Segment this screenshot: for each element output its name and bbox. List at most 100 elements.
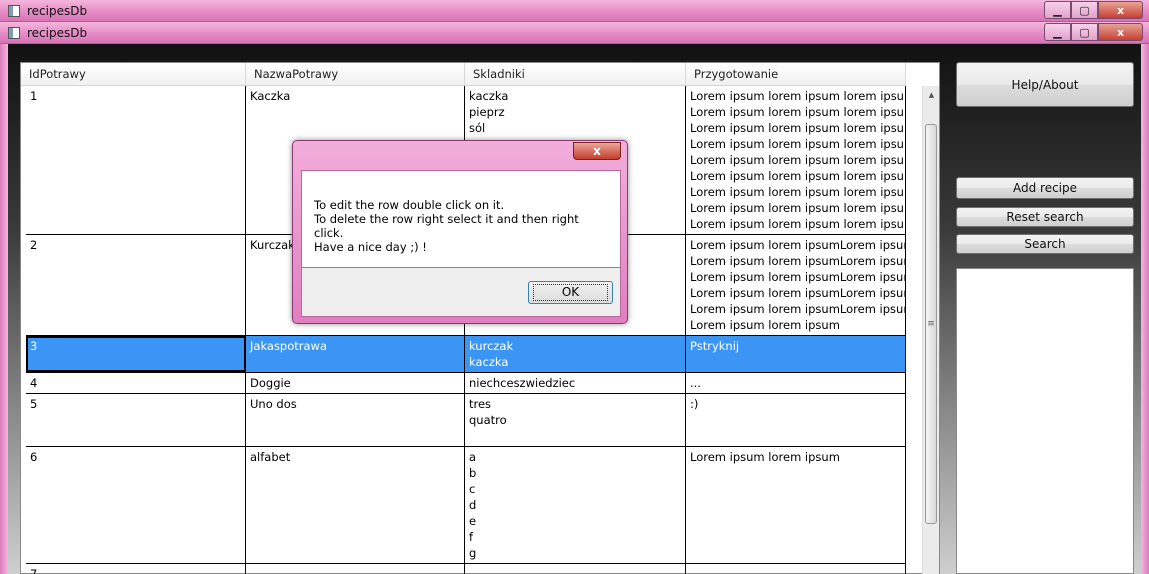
minimize-button[interactable]: ▁ — [1044, 23, 1071, 41]
back-window-title: recipesDb — [27, 3, 88, 18]
cell-text: 4 — [30, 376, 38, 390]
help-about-button[interactable]: Help/About — [956, 62, 1134, 107]
cell-line — [690, 566, 901, 574]
grid-header: IdPotrawy NazwaPotrawy Skladniki Przygot… — [21, 63, 906, 86]
search-button[interactable]: Search — [956, 234, 1134, 254]
col-header-ingredients[interactable]: Skladniki — [465, 63, 686, 86]
table-row[interactable]: 5 Uno dos tres quatro:) — [26, 394, 906, 447]
dialog-footer: OK — [301, 268, 621, 317]
cell-line: c — [469, 482, 476, 496]
col-header-id[interactable]: IdPotrawy — [21, 63, 246, 86]
cell-preparation[interactable]: Lorem ipsum lorem ipsum lorem ipsumL Lore… — [686, 86, 906, 234]
cell-line: Lorem ipsum lorem ipsumLorem ipsum l — [690, 302, 906, 316]
maximize-button[interactable]: ▢ — [1071, 23, 1098, 41]
back-maximize-button[interactable]: ▢ — [1071, 1, 1098, 19]
cell-line: Lorem ipsum lorem ipsum lorem ipsum — [690, 185, 906, 199]
cell-line: Pstryknij — [690, 339, 740, 353]
cell-ingredients[interactable]: kurczak kaczka — [465, 336, 686, 372]
dialog-message-line: Have a nice day ;) ! — [314, 240, 427, 254]
cell-id[interactable]: 4 — [26, 373, 246, 393]
search-results-list[interactable] — [956, 268, 1134, 574]
cell-text: Uno dos — [250, 397, 297, 411]
dialog-ok-button[interactable]: OK — [528, 281, 613, 304]
cell-preparation[interactable]: :) — [686, 394, 906, 446]
cell-line: quatro — [469, 413, 507, 427]
cell-id[interactable]: 6 — [26, 447, 246, 563]
cell-preparation[interactable]: Lorem ipsum lorem ipsumLorem ipsum l Lore… — [686, 235, 906, 335]
cell-line: kaczka — [469, 355, 509, 369]
table-row[interactable]: 7 — [26, 564, 906, 574]
cell-ingredients[interactable]: niechceszwiedziec — [465, 373, 686, 393]
cell-line: f — [469, 530, 474, 544]
cell-name[interactable]: alfabet — [246, 447, 465, 563]
cell-line: pieprz — [469, 105, 505, 119]
cell-text: 6 — [30, 450, 38, 464]
cell-ingredients[interactable]: abcdefg — [465, 447, 686, 563]
cell-line: Lorem ipsum lorem ipsum lorem ipsumL — [690, 121, 906, 135]
cell-line: sól — [469, 121, 486, 135]
cell-line: Lorem ipsum lorem ipsum lorem ipsumL — [690, 153, 906, 167]
cell-text: 3 — [30, 339, 38, 353]
cell-line: Lorem ipsum lorem ipsum lorem ipsumL — [690, 137, 906, 151]
cell-line: Lorem ipsum lorem ipsumLorem ipsum l — [690, 270, 906, 284]
cell-text: Kaczka — [250, 89, 291, 103]
window-frame-right — [1141, 44, 1149, 574]
table-row[interactable]: 6 alfabet a b c d e f g Lorem ipsum lorem ipsum — [26, 447, 906, 564]
window-frame-left — [0, 44, 8, 574]
cell-text: Jakaspotrawa — [250, 339, 328, 353]
cell-name[interactable]: Jakaspotrawa — [246, 336, 465, 372]
cell-line: niechceszwiedziec — [469, 376, 576, 390]
cell-line: tres — [469, 397, 492, 411]
dialog-close-button[interactable]: x — [573, 142, 621, 160]
col-header-name[interactable]: NazwaPotrawy — [246, 63, 465, 86]
close-button[interactable]: x — [1098, 23, 1143, 41]
cell-id[interactable]: 2 — [26, 235, 246, 335]
cell-id[interactable]: 3 — [26, 336, 246, 372]
cell-text: 2 — [30, 238, 38, 252]
cell-line: g — [469, 546, 477, 560]
scrollbar-thumb[interactable]: ≡ — [925, 124, 937, 524]
cell-preparation[interactable]: ... — [686, 373, 906, 393]
cell-line — [469, 428, 681, 444]
main-window-titlebar[interactable]: recipesDb ▁ ▢ x — [0, 22, 1149, 44]
cell-line: Lorem ipsum lorem ipsum — [690, 450, 840, 464]
cell-preparation[interactable] — [686, 564, 906, 574]
scroll-up-arrow-icon[interactable]: ▲ — [923, 86, 940, 103]
cell-line: e — [469, 514, 477, 528]
cell-line: kaczka — [469, 89, 509, 103]
grid-vertical-scrollbar[interactable]: ▲ ≡ — [922, 86, 939, 574]
cell-name[interactable]: Uno dos — [246, 394, 465, 446]
cell-line: Lorem ipsum lorem ipsumLorem ipsum l — [690, 254, 906, 268]
cell-ingredients[interactable] — [465, 564, 686, 574]
back-window-titlebar[interactable]: recipesDb ▁ ▢ x — [0, 0, 1149, 22]
cell-id[interactable]: 7 — [26, 564, 246, 574]
cell-line: d — [469, 498, 477, 512]
cell-line: Lorem ipsum lorem ipsum lorem ipsum — [690, 201, 906, 215]
cell-line: Lorem ipsum lorem ipsumLorem ipsum l — [690, 286, 906, 300]
table-row[interactable]: 4 Doggie niechceszwiedziec... — [26, 373, 906, 394]
add-recipe-button[interactable]: Add recipe — [956, 177, 1134, 199]
cell-line: kurczak — [469, 339, 514, 353]
cell-preparation[interactable]: Lorem ipsum lorem ipsum — [686, 447, 906, 563]
dialog-message-line: To edit the row double click on it. — [314, 198, 505, 212]
reset-search-button[interactable]: Reset search — [956, 207, 1134, 227]
cell-preparation[interactable]: Pstryknij — [686, 336, 906, 372]
main-window-title: recipesDb — [27, 25, 88, 40]
cell-ingredients[interactable]: tres quatro — [465, 394, 686, 446]
col-header-preparation[interactable]: Przygotowanie — [686, 63, 906, 86]
cell-line: Lorem ipsum lorem ipsum lorem ipsumL — [690, 89, 906, 103]
cell-name[interactable]: Doggie — [246, 373, 465, 393]
cell-line: b — [469, 466, 477, 480]
cell-id[interactable]: 5 — [26, 394, 246, 446]
table-row[interactable]: 3 Jakaspotrawa kurczak kaczka Pstryknij — [26, 336, 906, 373]
cell-name[interactable] — [246, 564, 465, 574]
app-icon — [8, 4, 20, 17]
app-icon — [8, 26, 20, 39]
cell-id[interactable]: 1 — [26, 86, 246, 234]
cell-text: 7 — [30, 567, 38, 574]
cell-line: Lorem ipsum lorem ipsum — [690, 318, 840, 332]
back-minimize-button[interactable]: ▁ — [1044, 1, 1071, 19]
cell-line: Lorem ipsum lorem ipsumLorem ipsum l — [690, 238, 906, 252]
back-close-button[interactable]: x — [1098, 1, 1143, 19]
cell-line: ... — [690, 376, 701, 390]
